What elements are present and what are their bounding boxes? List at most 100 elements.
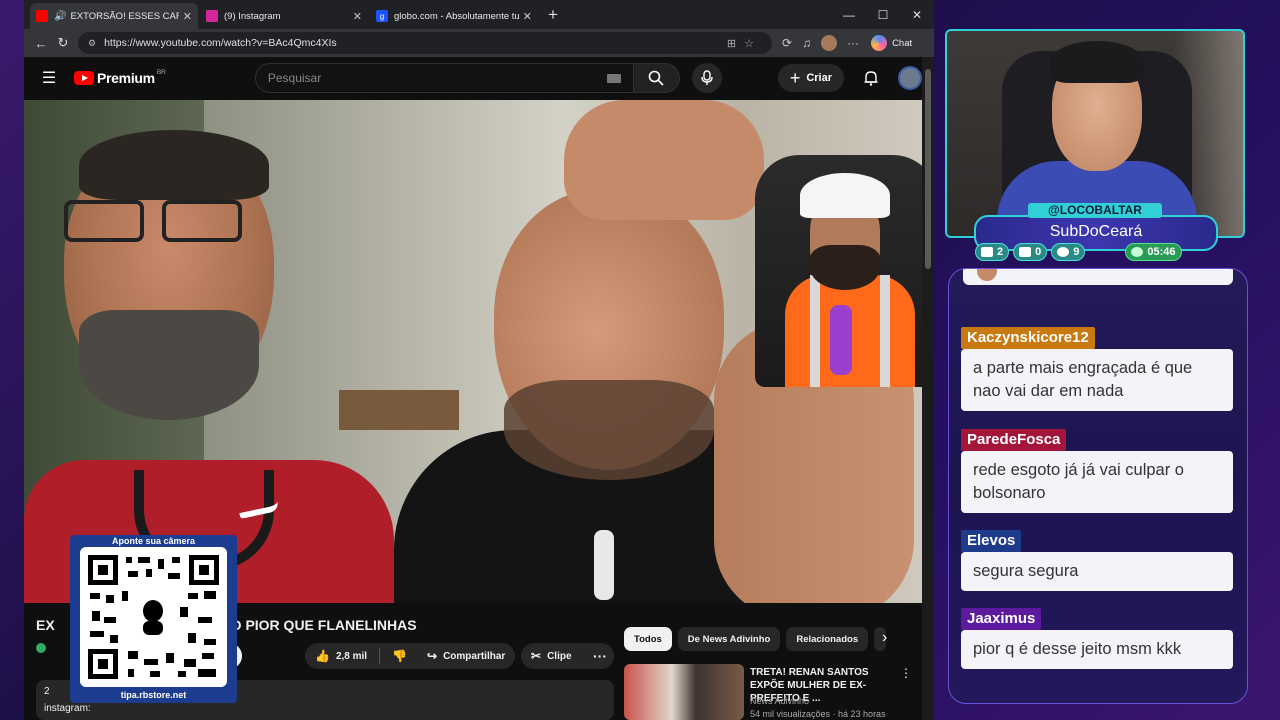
media-icon[interactable]: ♫ (802, 36, 811, 50)
clip-label: Clipe (547, 650, 572, 662)
more-menu-icon[interactable]: ··· (847, 36, 859, 50)
new-tab-button[interactable]: + (548, 5, 558, 25)
voice-search-button[interactable] (691, 63, 722, 93)
more-vertical-icon[interactable]: ⋮ (900, 666, 912, 680)
description-line-2: instagram: (44, 703, 91, 714)
tab-bar: 🔊 EXTORSÃO! ESSES CARAS TÃO ✕ (9) Instag… (24, 0, 934, 29)
like-dislike-group: 👍 2,8 mil 👎 (305, 643, 435, 669)
more-actions-button[interactable]: ··· (586, 643, 614, 669)
speaker-icon[interactable]: 🔊 (54, 11, 66, 22)
logo-text: Premium (97, 70, 155, 86)
scissors-icon: ✂ (531, 649, 542, 663)
youtube-icon (1019, 247, 1032, 257)
stream-stats: 2 0 9 05:46 (975, 243, 1219, 263)
keyboard-icon[interactable] (606, 73, 621, 83)
streamer-cam-overlay (755, 155, 934, 387)
streamer-hair (1050, 41, 1144, 83)
chat-icon (981, 247, 993, 257)
dislike-icon[interactable]: 👎 (392, 649, 407, 663)
account-avatar[interactable] (898, 66, 923, 90)
hard-hat-image (800, 173, 890, 218)
recommended-video[interactable]: TRETA! RENAN SANTOS EXPÕE MULHER DE EX-P… (624, 664, 914, 720)
search-icon (649, 70, 664, 86)
tab-instagram[interactable]: (9) Instagram ✕ (200, 3, 368, 29)
globo-favicon-icon: g (376, 10, 388, 22)
like-icon[interactable]: 👍 (315, 649, 330, 663)
tab-globo[interactable]: g globo.com - Absolutamente tudo ✕ (370, 3, 538, 29)
create-button[interactable]: + Criar (777, 64, 845, 92)
chat-username: Elevos (961, 530, 1022, 552)
chat-message: ParedeFosca rede esgoto já já vai culpar… (961, 429, 1233, 513)
hand-on-forehead-image (564, 100, 764, 220)
chat-text: segura segura (961, 552, 1233, 591)
minimize-button[interactable]: — (832, 0, 866, 29)
maximize-button[interactable]: ☐ (866, 0, 900, 29)
chip-todos[interactable]: Todos (624, 627, 672, 651)
site-info-icon[interactable]: ⚙ (88, 38, 96, 49)
chip-related[interactable]: Relacionados (786, 627, 869, 651)
browser-window: 🔊 EXTORSÃO! ESSES CARAS TÃO ✕ (9) Instag… (24, 0, 934, 720)
profile-avatar[interactable] (821, 35, 838, 51)
like-count[interactable]: 2,8 mil (336, 651, 367, 662)
share-button[interactable]: ↪ Compartilhar (417, 643, 515, 669)
share-label: Compartilhar (443, 650, 506, 662)
youtube-logo[interactable]: Premium BR (74, 69, 166, 86)
search-input[interactable]: Pesquisar (254, 63, 634, 93)
qr-overlay: Aponte sua câmera tipa.rbstore.net (70, 535, 237, 703)
filter-chips: Todos De News Adivinho Relacionados (624, 627, 892, 651)
tab-youtube[interactable]: 🔊 EXTORSÃO! ESSES CARAS TÃO ✕ (30, 3, 198, 29)
video-person-left-hair (79, 130, 269, 200)
video-title: EX TÃO PIOR QUE FLANELINHAS (36, 617, 417, 633)
channel-avatar[interactable] (36, 643, 46, 653)
stat-youtube: 0 (1013, 243, 1048, 261)
chat-message: Jaaximus pior q é desse jeito msm kkk (961, 608, 1233, 669)
stat-chat: 2 (975, 243, 1010, 261)
reload-icon[interactable]: ↻ (52, 35, 74, 51)
search-placeholder: Pesquisar (267, 71, 322, 85)
url-actions-icon[interactable]: ⊞☆ (727, 37, 762, 50)
menu-icon[interactable]: ☰ (24, 68, 74, 88)
chat-button[interactable]: Chat (871, 35, 912, 51)
page-scrollbar[interactable] (922, 57, 934, 720)
back-arrow-icon[interactable]: ← (30, 36, 52, 51)
jordan-logo-image (594, 530, 614, 600)
window-controls: — ☐ ✕ (832, 0, 934, 29)
scrollbar-thumb[interactable] (925, 69, 931, 269)
chip-channel[interactable]: De News Adivinho (677, 627, 781, 651)
chat-message: Kaczynskicore12 a parte mais engraçada é… (961, 327, 1233, 411)
extensions-icon[interactable]: ⟳ (782, 36, 792, 50)
stream-chat: Kaczynskicore12 a parte mais engraçada é… (948, 268, 1248, 704)
url-field[interactable]: ⚙ https://www.youtube.com/watch?v=BAc4Qm… (78, 32, 772, 54)
tab-close-icon[interactable]: ✕ (353, 10, 362, 23)
address-bar-row: ← ↻ ⚙ https://www.youtube.com/watch?v=BA… (24, 29, 934, 57)
streamer-handle: @LOCOBALTAR (1028, 203, 1162, 218)
clock-value: 05:46 (1147, 246, 1176, 258)
notifications-button[interactable] (856, 70, 886, 86)
microphone-icon (701, 70, 713, 85)
previous-message-peek (963, 269, 1233, 285)
chat-username: ParedeFosca (961, 429, 1067, 451)
chevron-right-icon[interactable]: › (882, 629, 887, 647)
emote-image (977, 269, 997, 281)
recommended-channel[interactable]: News Adivinho (750, 696, 809, 706)
qr-code (80, 547, 227, 687)
copilot-icon (871, 35, 888, 51)
streamer-beard (810, 245, 880, 290)
tab-close-icon[interactable]: ✕ (183, 10, 192, 23)
search-button[interactable] (633, 63, 680, 93)
glasses-image (64, 200, 254, 245)
stat-mentions-value: 9 (1073, 246, 1080, 258)
youtube-play-icon (74, 71, 94, 85)
recommended-thumbnail[interactable] (624, 664, 744, 720)
background-shelf (339, 390, 459, 430)
chat-username: Kaczynskicore12 (961, 327, 1095, 349)
tab-title: globo.com - Absolutamente tudo (394, 10, 519, 22)
youtube-favicon-icon (36, 10, 48, 22)
divider (379, 648, 381, 664)
recommended-meta: 54 mil visualizações · há 23 horas (750, 709, 886, 719)
close-window-button[interactable]: ✕ (900, 0, 934, 29)
url-text: https://www.youtube.com/watch?v=BAc4Qmc4… (104, 37, 337, 49)
tab-close-icon[interactable]: ✕ (523, 10, 532, 23)
chat-username: Jaaximus (961, 608, 1042, 630)
qr-code-image (88, 555, 219, 679)
